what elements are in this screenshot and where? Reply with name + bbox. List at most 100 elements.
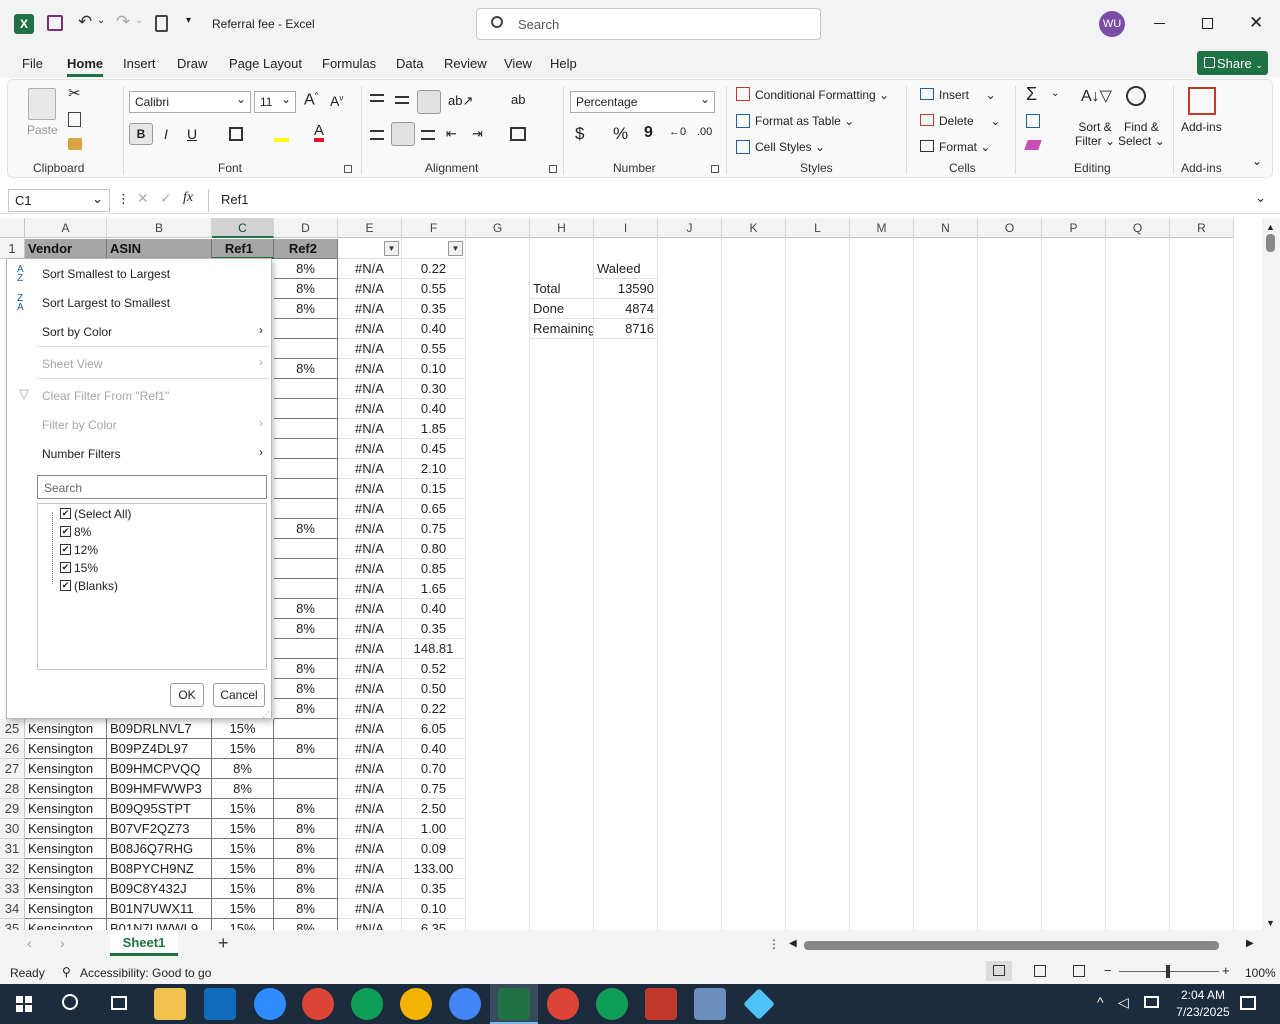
cell-fee[interactable]: 0.40 [402,599,466,619]
cell-ref2[interactable] [274,479,338,499]
insert-cells-button[interactable]: Insert ⌄ [939,88,996,102]
normal-view-icon[interactable] [986,961,1012,981]
cell-fee[interactable]: 0.09 [402,839,466,859]
page-layout-view-icon[interactable] [1034,965,1046,977]
cell-ref2[interactable]: 8% [274,799,338,819]
cell-asin[interactable]: B07VF2QZ73 [107,819,212,839]
cell-lookup[interactable]: #N/A [338,319,402,339]
row-header[interactable]: 25 [0,719,25,739]
clear-icon[interactable] [1024,140,1042,150]
cell-lookup[interactable]: #N/A [338,479,402,499]
task-view-icon[interactable] [111,996,127,1010]
row-header[interactable]: 29 [0,799,25,819]
cell-styles-button[interactable]: Cell Styles ⌄ [755,140,825,154]
next-sheet-icon[interactable]: › [60,935,65,951]
header-ref1[interactable]: Ref1 [212,239,274,259]
name-box[interactable]: C1 ⌄ [8,189,110,212]
cell-ref2[interactable]: 8% [274,519,338,539]
cell-ref2[interactable] [274,539,338,559]
redo-icon[interactable]: ↷ [116,12,130,32]
prev-sheet-icon[interactable]: ‹ [27,935,32,951]
select-all-corner[interactable] [0,218,25,238]
font-dialog-launcher-icon[interactable] [344,165,352,173]
wrap-text-icon[interactable]: ab [511,92,525,107]
increase-indent-icon[interactable]: ⇥ [472,126,483,142]
decrease-font-icon[interactable]: Av [330,93,343,109]
column-header-c[interactable]: C [212,218,274,238]
align-bottom-icon[interactable] [417,90,441,114]
sheet-tab-sheet1[interactable]: Sheet1 [110,930,178,956]
cell-ref2[interactable] [274,579,338,599]
filter-dropdown-icon[interactable]: ▼ [448,241,463,256]
cell-fee[interactable]: 0.10 [402,899,466,919]
customize-toolbar-icon[interactable]: ▾ [186,15,191,26]
autosum-icon[interactable]: Σ [1026,84,1037,105]
cell-lookup[interactable]: #N/A [338,499,402,519]
cell-lookup[interactable]: #N/A [338,399,402,419]
row-header[interactable]: 1 [0,239,25,259]
align-right-icon[interactable] [421,130,435,140]
filter-dropdown-icon[interactable]: ▼ [384,241,399,256]
number-format-combo[interactable]: Percentage [570,91,715,113]
align-center-icon[interactable] [391,122,415,146]
cell-ref2[interactable]: 8% [274,659,338,679]
row-header[interactable]: 30 [0,819,25,839]
cell-lookup[interactable]: #N/A [338,819,402,839]
tab-home[interactable]: Home [67,56,104,77]
cell-fee[interactable]: 1.00 [402,819,466,839]
column-header-g[interactable]: G [466,218,530,238]
cell-ref2[interactable] [274,399,338,419]
cell-ref2[interactable]: 8% [274,359,338,379]
summary-done-label[interactable]: Done [530,299,594,319]
cell-fee[interactable]: 1.65 [402,579,466,599]
column-header-f[interactable]: F [402,218,466,238]
ok-button[interactable]: OK [170,683,204,707]
cell-fee[interactable]: 0.45 [402,439,466,459]
tab-view[interactable]: View [504,56,532,71]
sort-by-color-item[interactable]: Sort by Color [42,325,112,339]
alignment-dialog-launcher-icon[interactable] [549,165,557,173]
cell-asin[interactable]: B09PZ4DL97 [107,739,212,759]
cell-ref1[interactable]: 15% [212,879,274,899]
increase-font-icon[interactable]: A^ [304,91,318,109]
header-e[interactable]: ▼ [338,239,402,259]
cell-ref2[interactable]: 8% [274,839,338,859]
cell-fee[interactable]: 0.55 [402,279,466,299]
number-dialog-launcher-icon[interactable] [711,165,719,173]
cell-ref2[interactable] [274,759,338,779]
cell-lookup[interactable]: #N/A [338,619,402,639]
undo-icon[interactable]: ↶ [78,12,92,32]
tab-draw[interactable]: Draw [177,56,207,71]
cell-fee[interactable]: 0.35 [402,619,466,639]
sort-ascending-item[interactable]: Sort Smallest to Largest [42,267,170,281]
cell-fee[interactable]: 0.52 [402,659,466,679]
insert-function-icon[interactable]: fx [183,190,193,206]
chrome-profile-3-icon[interactable] [400,988,432,1020]
decrease-indent-icon[interactable]: ⇤ [446,126,457,142]
cell-ref2[interactable] [274,439,338,459]
comma-button[interactable]: 9 [644,124,653,142]
cell-lookup[interactable]: #N/A [338,419,402,439]
scroll-right-icon[interactable]: ▶ [1246,938,1254,949]
header-vendor[interactable]: Vendor [25,239,107,259]
cell-asin[interactable]: B01N7UWWL9 [107,919,212,930]
cell-ref2[interactable] [274,459,338,479]
cell-fee[interactable]: 0.70 [402,759,466,779]
format-as-table-button[interactable]: Format as Table ⌄ [755,114,854,128]
option-blanks-checkbox[interactable]: ✔ [60,580,71,591]
summary-total-value[interactable]: 13590 [594,279,658,299]
copy-icon[interactable] [68,112,81,127]
cell-ref2[interactable]: 8% [274,899,338,919]
cell-asin[interactable]: B09HMCPVQQ [107,759,212,779]
format-cells-button[interactable]: Format ⌄ [939,140,990,154]
cell-fee[interactable]: 2.50 [402,799,466,819]
cell-fee[interactable]: 0.15 [402,479,466,499]
column-header-j[interactable]: J [658,218,722,238]
cell-lookup[interactable]: #N/A [338,839,402,859]
cell-lookup[interactable]: #N/A [338,719,402,739]
calculator-app-icon[interactable] [694,988,726,1020]
cell-ref1[interactable]: 8% [212,779,274,799]
find-select-button[interactable]: Find & Select ⌄ [1118,120,1165,148]
column-header-a[interactable]: A [25,218,107,238]
cell-ref2[interactable]: 8% [274,679,338,699]
